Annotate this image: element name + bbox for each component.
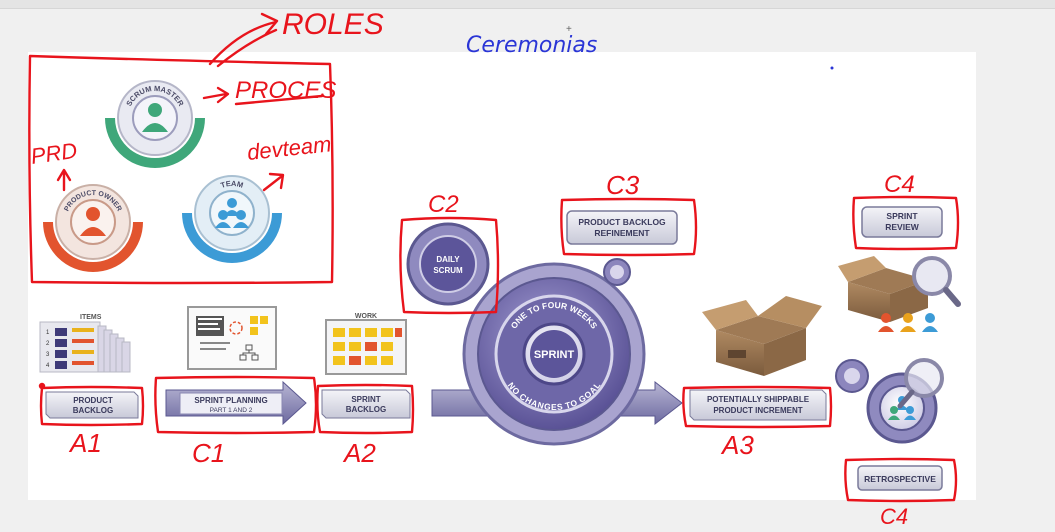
sprint-backlog-work-board: WORK bbox=[325, 313, 407, 375]
sprint-cycle: SPRINT ONE TO FOUR WEEKS NO CHANGES TO G… bbox=[462, 262, 646, 446]
daily-scrum-circle: DAILY SCRUM bbox=[406, 222, 490, 306]
product-backlog-line-1: PRODUCT bbox=[73, 396, 113, 405]
increment-line-1: POTENTIALLY SHIPPABLE bbox=[707, 395, 810, 404]
sprint-backlog-tag: SPRINT BACKLOG bbox=[321, 389, 411, 419]
daily-scrum-line-1: DAILY bbox=[436, 255, 460, 264]
a1-annotation: A1 bbox=[68, 428, 102, 458]
retrospective-tag: RETROSPECTIVE bbox=[857, 465, 943, 491]
sprint-review-line-2: REVIEW bbox=[885, 222, 920, 232]
cursor-crosshair-icon: + bbox=[566, 24, 572, 35]
sprint-backlog-line-2: BACKLOG bbox=[346, 405, 386, 414]
roles-annotation: ROLES bbox=[282, 8, 384, 41]
sprint-review-line-1: SPRINT bbox=[886, 211, 918, 221]
a2-annotation: A2 bbox=[342, 438, 376, 468]
refinement-connector bbox=[603, 258, 631, 286]
sprint-planning-line-1: SPRINT PLANNING bbox=[194, 396, 267, 405]
blue-dot-mark bbox=[830, 66, 834, 70]
product-backlog-line-2: BACKLOG bbox=[73, 406, 113, 415]
c4-top-annotation: C4 bbox=[884, 171, 915, 198]
a3-annotation: A3 bbox=[720, 430, 754, 460]
review-people-icon bbox=[878, 313, 938, 332]
refinement-line-2: REFINEMENT bbox=[594, 228, 650, 238]
refinement-line-1: PRODUCT BACKLOG bbox=[578, 217, 666, 227]
items-title: ITEMS bbox=[80, 314, 102, 321]
backlog-refinement-tag: PRODUCT BACKLOG REFINEMENT bbox=[566, 210, 678, 245]
increment-line-2: PRODUCT INCREMENT bbox=[713, 406, 802, 415]
c3-annotation: C3 bbox=[606, 170, 640, 200]
scrum-framework-diagram: SCRUM MASTER PRODUCT OWNER TEAM ITEMS 1 … bbox=[28, 8, 976, 529]
retrospective-label: RETROSPECTIVE bbox=[864, 474, 936, 484]
sprint-center-label: SPRINT bbox=[534, 349, 575, 361]
sprint-backlog-line-1: SPRINT bbox=[351, 395, 380, 404]
product-backlog-tag: PRODUCT BACKLOG bbox=[45, 391, 139, 419]
sprint-planning-board bbox=[187, 306, 277, 370]
work-title: WORK bbox=[355, 313, 377, 320]
c1-annotation: C1 bbox=[192, 438, 225, 468]
c2-annotation: C2 bbox=[428, 191, 459, 218]
sprint-planning-line-2: PART 1 AND 2 bbox=[210, 407, 253, 414]
sprint-review-tag: SPRINT REVIEW bbox=[861, 206, 943, 238]
daily-scrum-line-2: SCRUM bbox=[433, 266, 463, 275]
ceremonias-annotation: Ceremonias bbox=[466, 33, 597, 58]
c4-bottom-annotation: C4 bbox=[880, 504, 908, 529]
product-increment-tag: POTENTIALLY SHIPPABLE PRODUCT INCREMENT bbox=[689, 389, 827, 421]
proces-annotation: PROCES bbox=[235, 77, 336, 104]
